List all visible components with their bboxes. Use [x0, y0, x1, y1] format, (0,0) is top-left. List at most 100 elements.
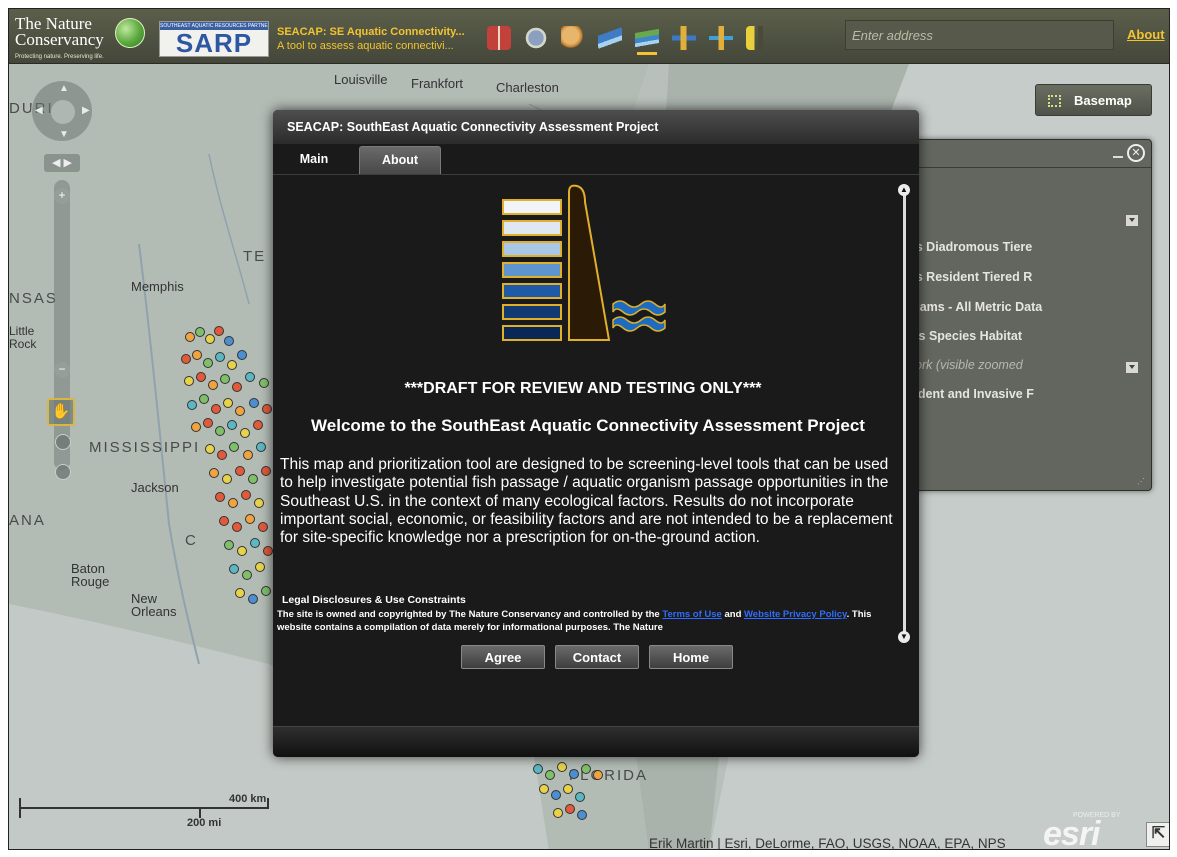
- dam-point[interactable]: [262, 404, 272, 414]
- pan-right-icon[interactable]: ▶: [82, 105, 90, 116]
- zoom-out-icon[interactable]: −: [54, 362, 70, 378]
- globe-puzzle-icon[interactable]: [524, 26, 548, 50]
- dam-point[interactable]: [258, 522, 268, 532]
- scroll-up-icon[interactable]: ▲: [898, 184, 910, 196]
- dam-point[interactable]: [203, 358, 213, 368]
- dam-point[interactable]: [196, 372, 206, 382]
- dam-point[interactable]: [224, 336, 234, 346]
- dam-point[interactable]: [242, 570, 252, 580]
- dam-point[interactable]: [248, 474, 258, 484]
- dam-point[interactable]: [259, 378, 269, 388]
- pan-center[interactable]: [51, 100, 75, 124]
- dam-point[interactable]: [215, 426, 225, 436]
- dam-point[interactable]: [223, 398, 233, 408]
- dam-point[interactable]: [577, 810, 587, 820]
- home-button[interactable]: Home: [649, 645, 733, 669]
- dam-point[interactable]: [222, 474, 232, 484]
- close-icon[interactable]: ✕: [1127, 144, 1145, 162]
- pan-control[interactable]: ▲ ▼ ◀ ▶: [31, 80, 93, 142]
- dam-point[interactable]: [227, 420, 237, 430]
- dam-point[interactable]: [241, 490, 251, 500]
- dam-point[interactable]: [533, 764, 543, 774]
- dam-point[interactable]: [219, 516, 229, 526]
- map-view[interactable]: Louisville Frankfort Charleston Memphis …: [9, 64, 1169, 849]
- dam-point[interactable]: [232, 382, 242, 392]
- layers-icon[interactable]: [635, 26, 659, 55]
- dam-point[interactable]: [229, 564, 239, 574]
- dam-point[interactable]: [243, 450, 253, 460]
- dam-point[interactable]: [557, 762, 567, 772]
- dam-bars-icon[interactable]: [746, 26, 770, 50]
- dam-point[interactable]: [217, 450, 227, 460]
- dam-point[interactable]: [237, 350, 247, 360]
- zoom-prev-icon[interactable]: [55, 434, 71, 450]
- dam-point[interactable]: [245, 372, 255, 382]
- dam-point[interactable]: [235, 406, 245, 416]
- scrollbar[interactable]: [903, 192, 906, 636]
- pan-up-icon[interactable]: ▲: [59, 83, 69, 94]
- dam-point[interactable]: [256, 442, 266, 452]
- dam-point[interactable]: [185, 332, 195, 342]
- dam-point[interactable]: [205, 334, 215, 344]
- dam-point[interactable]: [208, 380, 218, 390]
- dam-point[interactable]: [199, 394, 209, 404]
- dam-point[interactable]: [205, 444, 215, 454]
- chevron-down-icon[interactable]: [1126, 362, 1138, 373]
- dam-point[interactable]: [569, 769, 579, 779]
- dam-point[interactable]: [263, 546, 273, 556]
- dam-point[interactable]: [581, 764, 591, 774]
- pan-hand-icon[interactable]: ✋: [47, 398, 75, 426]
- palette-icon[interactable]: [561, 26, 585, 50]
- dam-point[interactable]: [227, 360, 237, 370]
- dam-point[interactable]: [184, 376, 194, 386]
- dam-point[interactable]: [187, 400, 197, 410]
- dam-point[interactable]: [237, 546, 247, 556]
- dam-point[interactable]: [255, 562, 265, 572]
- zoom-slider[interactable]: [54, 180, 70, 470]
- esri-logo[interactable]: POWERED BY esri: [1043, 812, 1123, 849]
- resize-grip-icon[interactable]: ⋰: [1137, 477, 1145, 486]
- dam-point[interactable]: [248, 594, 258, 604]
- dam-point[interactable]: [224, 540, 234, 550]
- dam-point[interactable]: [214, 326, 224, 336]
- dam-point[interactable]: [181, 354, 191, 364]
- dam-point[interactable]: [545, 770, 555, 780]
- search-layers-icon[interactable]: [598, 26, 622, 50]
- chevron-down-icon[interactable]: [1126, 215, 1138, 226]
- agree-button[interactable]: Agree: [461, 645, 545, 669]
- dam-point[interactable]: [551, 790, 561, 800]
- dam-point[interactable]: [211, 404, 221, 414]
- about-link[interactable]: About: [1127, 27, 1165, 42]
- dam-point[interactable]: [261, 586, 271, 596]
- tab-about[interactable]: About: [359, 146, 441, 175]
- dam-point[interactable]: [195, 327, 205, 337]
- pan-down-icon[interactable]: ▼: [59, 129, 69, 140]
- dam-point[interactable]: [229, 442, 239, 452]
- dam-point[interactable]: [245, 514, 255, 524]
- dam-point[interactable]: [254, 498, 264, 508]
- tnc-logo[interactable]: The Nature Conservancy Protecting nature…: [15, 13, 150, 60]
- dam-point[interactable]: [209, 468, 219, 478]
- terms-of-use-link[interactable]: Terms of Use: [662, 609, 721, 620]
- dam-point[interactable]: [553, 808, 563, 818]
- dam-point[interactable]: [593, 770, 603, 780]
- tab-main[interactable]: Main: [273, 146, 355, 175]
- dam-point[interactable]: [253, 420, 263, 430]
- zoom-next-icon[interactable]: [55, 464, 71, 480]
- minimize-icon[interactable]: [1113, 156, 1123, 158]
- book-icon[interactable]: [487, 26, 511, 50]
- dam-point[interactable]: [192, 350, 202, 360]
- dam-point[interactable]: [565, 804, 575, 814]
- privacy-policy-link[interactable]: Website Privacy Policy: [744, 609, 847, 620]
- dam-point[interactable]: [203, 418, 213, 428]
- overview-toggle-icon[interactable]: ⇱: [1146, 822, 1169, 847]
- contact-button[interactable]: Contact: [555, 645, 639, 669]
- dam-point[interactable]: [261, 466, 271, 476]
- address-search-input[interactable]: Enter address: [845, 20, 1114, 50]
- dam-point[interactable]: [240, 428, 250, 438]
- dam-point[interactable]: [228, 498, 238, 508]
- dam-point[interactable]: [249, 398, 259, 408]
- scroll-down-icon[interactable]: ▼: [898, 631, 910, 643]
- dam-point[interactable]: [563, 784, 573, 794]
- dam-point[interactable]: [235, 588, 245, 598]
